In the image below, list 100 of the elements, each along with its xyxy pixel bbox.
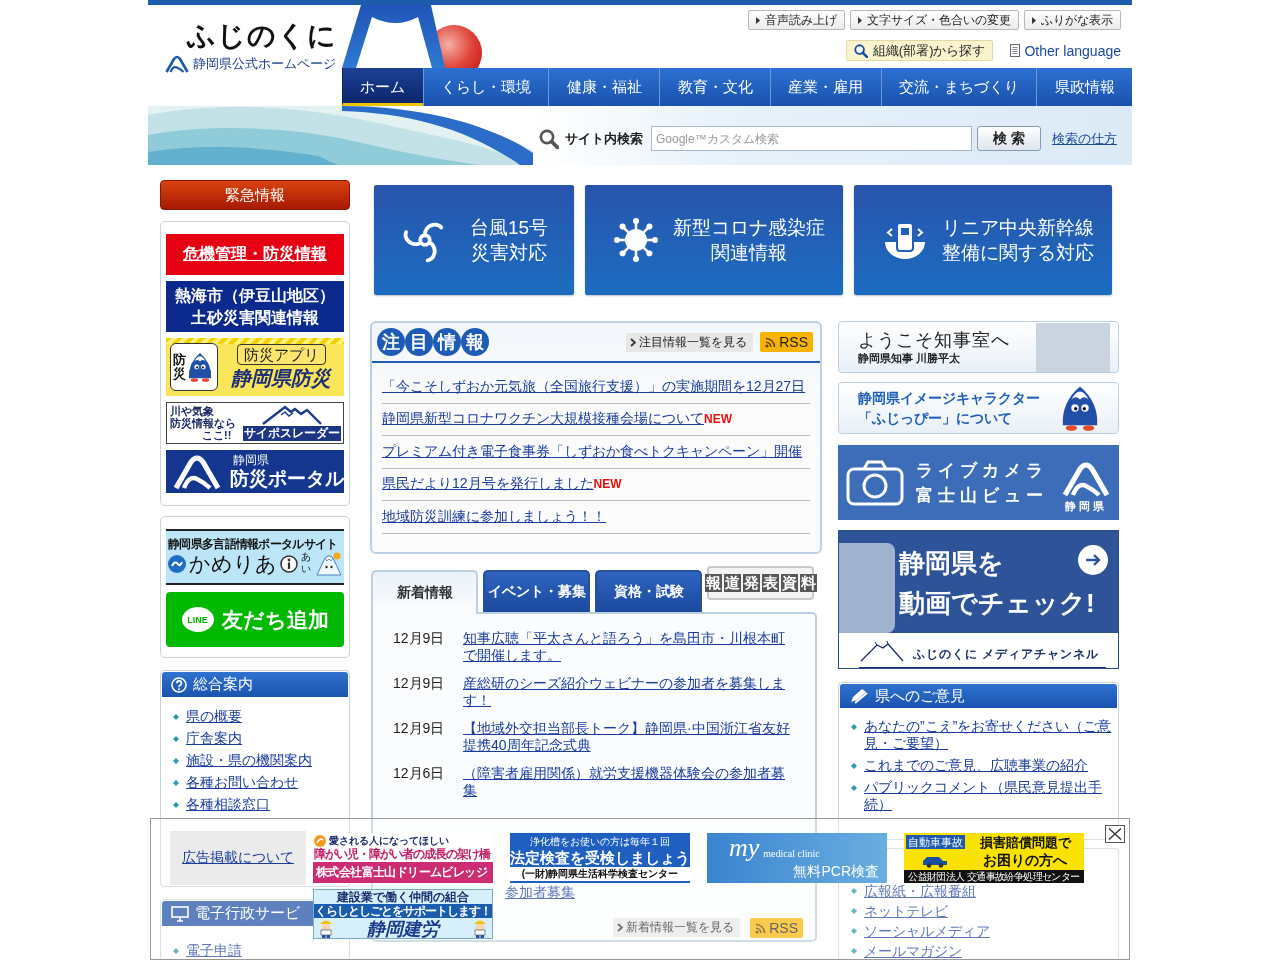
monitor-icon [171,905,189,922]
help-icon [171,676,187,693]
news-link[interactable]: 産総研のシーズ紹介ウェビナーの参加者を募集します！ [463,675,795,709]
bullet-icon [173,780,179,786]
news-link[interactable]: （障害者雇用関係）就労支援機器体験会の参加者募集 [463,765,795,799]
news-tab[interactable]: イベント・募集 [483,570,590,612]
new-label: NEW [704,412,732,427]
section-title: 注目情報 [377,328,489,356]
arrow-right-icon [1078,545,1108,575]
menu-link[interactable]: 電子申請 [186,942,242,959]
triangle-icon [1032,16,1036,24]
news-date: 12月6日 [393,765,446,783]
triangle-icon [858,16,862,24]
portal-banner[interactable]: 静岡県 防災ポータル [166,450,344,493]
news-link[interactable]: 静岡県新型コロナワクチン大規模接種会場について [382,410,704,429]
mountain-icon [859,640,905,662]
list-link[interactable]: 注目情報一覧を見る [626,332,754,352]
news-link[interactable]: プレミアム付き電子食事券「しずおか食べトクキャンペーン」開催 [382,442,802,461]
fuji-logo-icon [1060,460,1112,497]
news-link[interactable]: 知事広聴「平太さんと語ろう」を島田市・川根本町で開催します。 [463,630,795,664]
panel-title: 総合案内 [193,675,253,694]
search-field[interactable]: Google™カスタム検索 [651,126,972,151]
utility-button[interactable]: 文字サイズ・色合いの変更 [850,10,1019,30]
governor-banner[interactable]: ようこそ知事室へ 静岡県知事 川勝平太 [838,321,1119,373]
menu-link[interactable]: メールマガジン [864,943,962,959]
bullet-icon [851,763,857,769]
close-icon [1108,828,1122,840]
chevron-icon [630,337,637,347]
menu-link[interactable]: ソーシャルメディア [864,923,990,939]
rss-button[interactable]: RSS [750,918,803,938]
mascot-drawing [1060,385,1100,431]
bullet-icon [173,758,179,764]
search-label: サイト内検索 [565,129,643,148]
ad-banner[interactable]: 自動車事故 損害賠償問題で お困りの方へ 公益財団法人 交通事故紛争処理センター [904,833,1084,883]
fuji-logo-icon [172,453,222,490]
search-icon [539,128,559,149]
news-link[interactable]: 【地域外交担当部長トーク】静岡県·中国浙江省友好提携40周年記念式典 [463,720,795,754]
menu-link[interactable]: 各種相談窓口 [186,796,270,813]
site-subtitle: 静岡県公式ホームページ [193,56,336,72]
triangle-icon [756,16,760,24]
search-button[interactable]: 検 索 [977,126,1041,151]
ad-banner[interactable]: 浄化槽をお使いの方は毎年１回 法定検査を受検しましょう (一財)静岡県生活科学検査センター [510,833,690,883]
worker-drawing [472,918,488,938]
feature-banner[interactable]: 新型コロナ感染症 関連情報 [585,185,843,295]
nav-tab[interactable]: ホーム [342,68,423,106]
info-icon [280,555,298,573]
bullet-icon [851,724,857,730]
ad-banner[interactable]: 建設業で働く仲間の組合 くらしとしごとをサポートします！ 静岡建労 [313,889,493,939]
chevron-icon [617,923,624,932]
app-banner[interactable]: 防災 防災アプリ 静岡県防災 [166,338,344,396]
fuji-logo-icon [165,55,189,73]
list-link[interactable]: 新着情報一覧を見る [613,918,741,937]
bullet-icon [173,948,179,954]
news-tab[interactable]: 報道発表資料 [707,566,814,600]
menu-link[interactable]: ネットテレビ [864,903,948,919]
ad-info-link[interactable]: 広告掲載について [182,849,294,867]
close-button[interactable] [1105,825,1125,843]
news-link[interactable]: 参加者募集 [505,884,575,901]
emergency-button[interactable]: 緊急情報 [160,180,350,210]
panel-title: 電子行政サービ [195,904,300,923]
ad-banner[interactable]: my medical clinic 無料PCR検査 [707,833,887,883]
mascot-drawing [187,352,213,382]
menu-link[interactable]: 県の概要 [186,708,242,725]
menu-link[interactable]: パブリックコメント（県民意見提出手続） [864,779,1113,813]
logo-icon [314,834,326,847]
mascot-drawing [316,552,342,576]
video-channel-banner[interactable]: 静岡県を 動画でチェック! ふじのくに メディアチャンネル [838,530,1119,669]
landslide-info-banner[interactable]: 熱海市（伊豆山地区） 土砂災害関連情報 [166,281,344,332]
news-link[interactable]: 県民だより12月号を発行しました [382,475,594,494]
menu-link[interactable]: これまでのご意見、広聴事業の紹介 [864,757,1088,774]
portal-site-banner[interactable]: 静岡県多言語情報ポータルサイト かめりあ あい [166,529,344,585]
news-tab[interactable]: 資格・試験 [595,570,702,612]
mascot-banner[interactable]: 静岡県イメージキャラクター 「ふじっぴー」について [838,382,1119,434]
menu-link[interactable]: 広報紙・広報番組 [864,883,976,899]
rss-icon [765,336,777,348]
pencil-icon [849,688,869,704]
utility-button[interactable]: ふりがな表示 [1024,10,1121,30]
language-link[interactable]: Other language [1010,42,1121,59]
feature-banner[interactable]: リニア中央新幹線 整備に関する対応 [854,185,1112,295]
news-date: 12月9日 [393,675,446,693]
rss-button[interactable]: RSS [760,332,813,352]
new-label: NEW [593,477,622,492]
menu-link[interactable]: 各種お問い合わせ [186,774,298,791]
news-link[interactable]: 地域防災訓練に参加しましょう！！ [382,507,606,526]
bullet-icon [173,802,179,808]
worker-drawing [318,918,334,938]
site-title[interactable]: ふじのくに [187,19,337,53]
live-camera-banner[interactable]: ライブカメラ 富士山ビュー 静岡県 [838,445,1119,520]
menu-link[interactable]: あなたの”こえ”をお寄せください（ご意見・ご要望） [864,718,1113,752]
search-help-link[interactable]: 検索の仕方 [1052,129,1117,148]
news-tab[interactable]: 新着情報 [371,570,478,614]
utility-button[interactable]: 音声読み上げ [748,10,845,30]
news-link[interactable]: 「今こそしずおか元気旅（全国旅行支援）」の実施期間を12月27日 [382,377,806,396]
org-search-button[interactable]: 組織(部署)から探す [845,40,994,61]
menu-link[interactable]: 施設・県の機関案内 [186,752,312,769]
feature-banner[interactable]: 台風15号 災害対応 [374,185,574,295]
menu-link[interactable]: 庁舎案内 [186,730,242,747]
panel-title: 県へのご意見 [875,686,965,706]
chat-icon [168,555,186,573]
ad-banner[interactable]: 愛される人になってほしい 障がい児・障がい者の成長の架け橋 株式会社富士山ドリームビレッジ [313,833,493,883]
